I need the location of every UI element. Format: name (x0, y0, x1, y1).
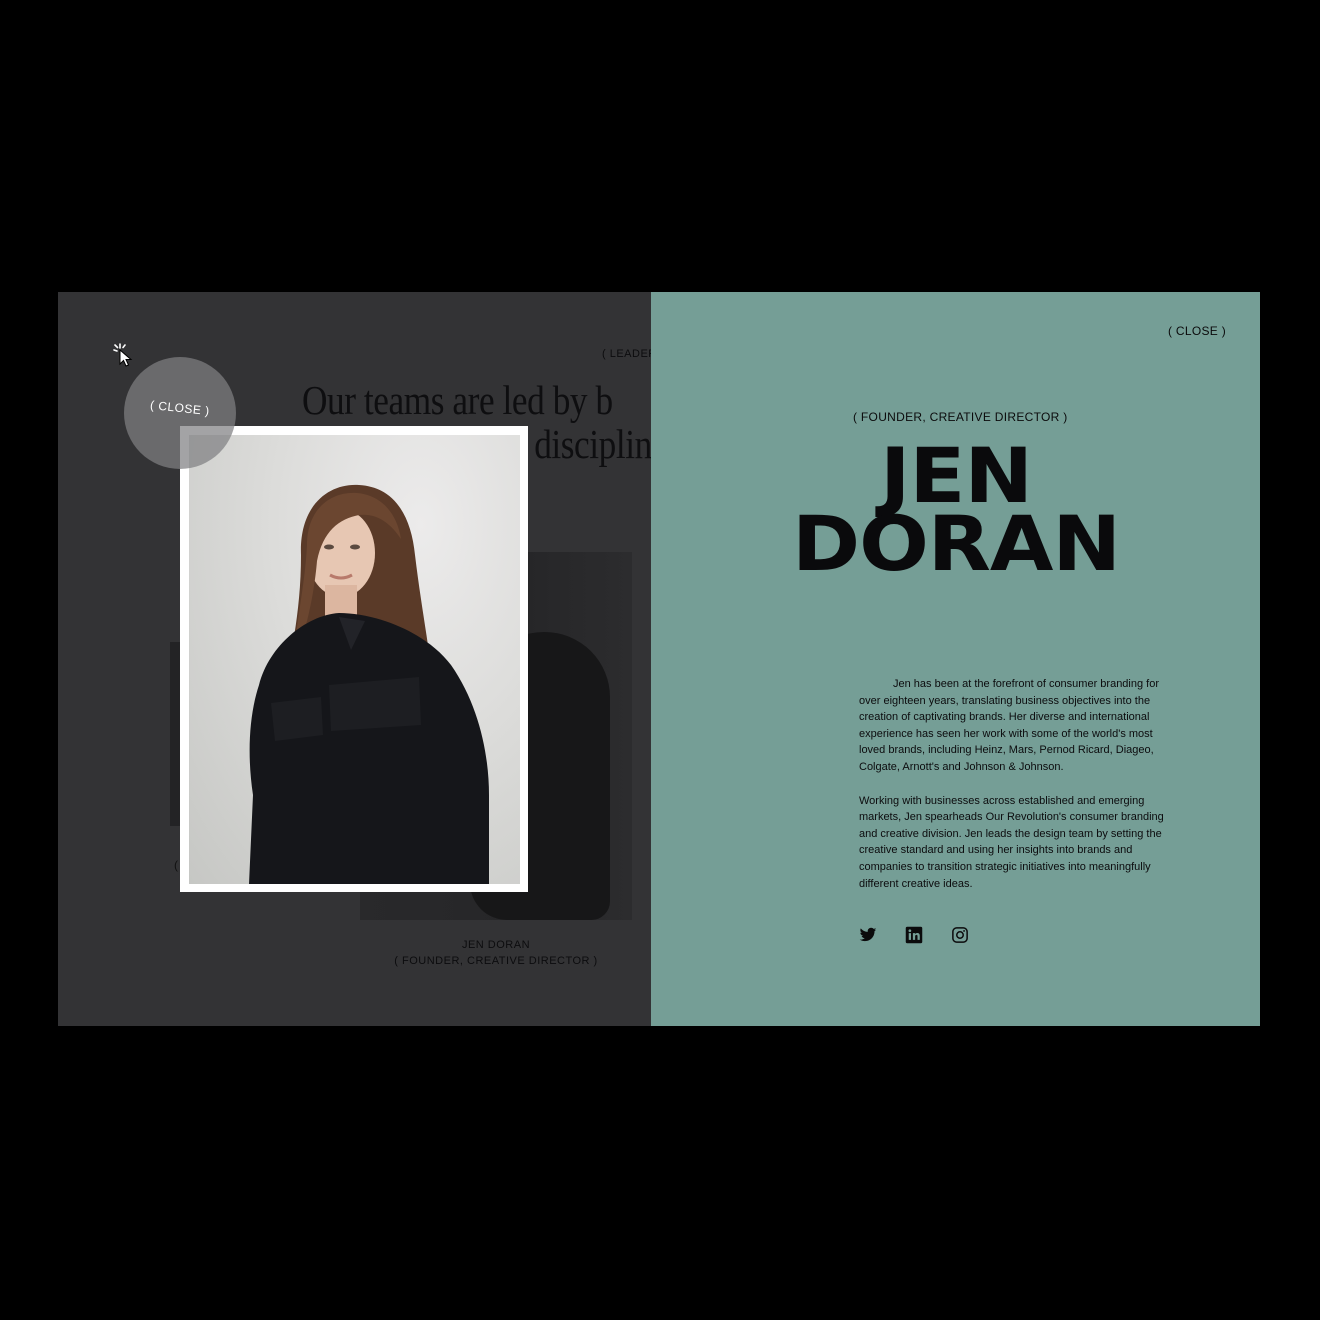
caption-name: JEN DORAN (461, 939, 531, 951)
section-eyebrow: ( LEADER (602, 348, 651, 360)
caption-fragment: ( (174, 858, 178, 872)
bio-role: ( FOUNDER, CREATIVE DIRECTOR ) (853, 410, 1068, 424)
portrait-photo (189, 435, 520, 884)
headline-line-1: Our teams are led by b (302, 377, 613, 423)
bio-panel: ( CLOSE ) ( FOUNDER, CREATIVE DIRECTOR )… (651, 292, 1260, 1026)
bio-text: Jen has been at the forefront of consume… (859, 676, 1177, 909)
team-member-caption: JEN DORAN ( FOUNDER, CREATIVE DIRECTOR ) (360, 937, 632, 969)
portrait-card (180, 426, 528, 892)
close-button[interactable]: ( CLOSE ) (1168, 324, 1226, 338)
pointer-cursor-icon (113, 343, 133, 367)
bio-paragraph-2: Working with businesses across establish… (859, 794, 1164, 890)
caption-role: ( FOUNDER, CREATIVE DIRECTOR ) (394, 955, 598, 967)
modal-frame: ( LEADER Our teams are led by b discipli… (58, 292, 1260, 1026)
close-bubble-label: ( CLOSE ) (149, 397, 211, 419)
background-page-dimmed: ( LEADER Our teams are led by b discipli… (58, 292, 651, 1026)
name-line-2: DORAN (792, 499, 1121, 588)
bio-paragraph-1: Jen has been at the forefront of consume… (859, 678, 1159, 773)
bio-name: JEN DORAN (756, 438, 1156, 588)
portrait-illustration (249, 484, 489, 884)
instagram-icon[interactable] (951, 926, 969, 944)
linkedin-icon[interactable] (905, 926, 923, 944)
close-cursor-bubble[interactable]: ( CLOSE ) (124, 357, 236, 469)
social-links (859, 926, 969, 944)
twitter-icon[interactable] (859, 926, 877, 944)
